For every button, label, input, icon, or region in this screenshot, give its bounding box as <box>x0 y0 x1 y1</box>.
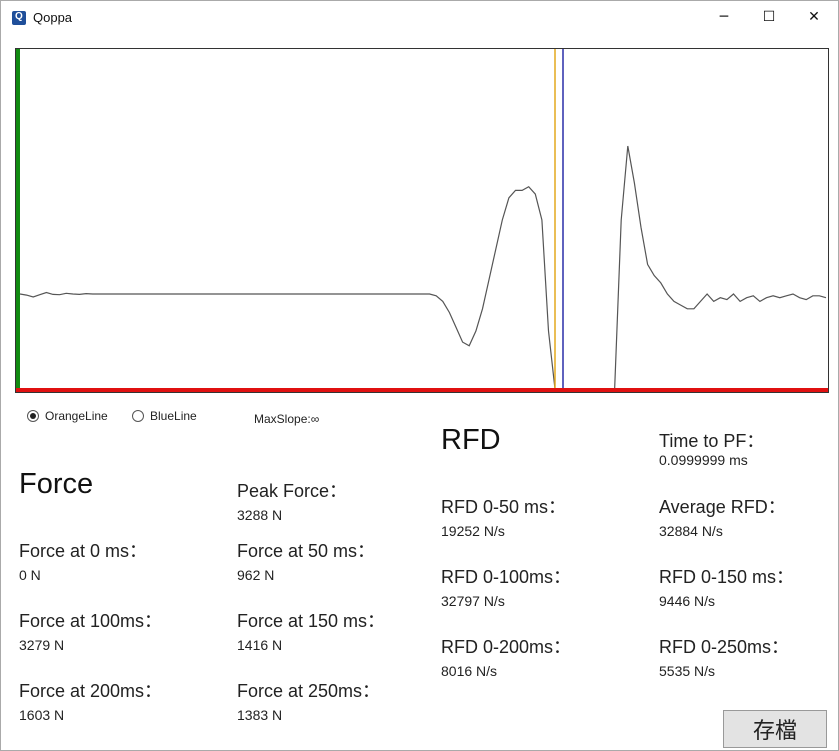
app-window: Qoppa ─ ☐ ✕ OrangeLine BlueLine MaxSlope… <box>0 0 839 751</box>
blue-line-radio[interactable]: BlueLine <box>132 409 197 423</box>
time-to-pf-value: 0.0999999 ms <box>659 452 748 468</box>
rfd-100-label: RFD 0-100ms： <box>441 567 572 587</box>
force-50-value: 962 N <box>237 567 275 583</box>
force-plot-svg <box>16 49 828 392</box>
maximize-button[interactable]: ☐ <box>746 1 792 33</box>
radio-selected-icon <box>27 410 39 422</box>
rfd-250-label: RFD 0-250ms： <box>659 637 790 657</box>
force-plot[interactable] <box>15 48 829 393</box>
title-bar[interactable]: Qoppa ─ ☐ ✕ <box>1 1 838 33</box>
rfd-200-value: 8016 N/s <box>441 663 498 679</box>
rfd-100-value: 32797 N/s <box>441 593 505 609</box>
orange-line-label: OrangeLine <box>45 409 108 423</box>
rfd-150-label: RFD 0-150 ms： <box>659 567 795 587</box>
blue-line-label: BlueLine <box>150 409 197 423</box>
force-trace-line <box>19 145 827 391</box>
window-title: Qoppa <box>33 10 73 25</box>
max-slope-text: MaxSlope:∞ <box>254 412 320 426</box>
average-rfd-label: Average RFD： <box>659 497 786 517</box>
average-rfd-value: 32884 N/s <box>659 523 723 539</box>
force-heading: Force <box>19 468 94 500</box>
rfd-200-label: RFD 0-200ms： <box>441 637 572 657</box>
force-0-value: 0 N <box>19 567 41 583</box>
force-250-value: 1383 N <box>237 707 283 723</box>
force-50-label: Force at 50 ms： <box>237 541 376 561</box>
force-100-value: 3279 N <box>19 637 65 653</box>
minimize-button[interactable]: ─ <box>701 1 747 33</box>
orange-line-radio[interactable]: OrangeLine <box>27 409 108 423</box>
rfd-50-value: 19252 N/s <box>441 523 505 539</box>
force-100-label: Force at 100ms： <box>19 611 163 631</box>
close-button[interactable]: ✕ <box>791 1 837 33</box>
force-200-value: 1603 N <box>19 707 65 723</box>
radio-unselected-icon <box>132 410 144 422</box>
peak-force-label: Peak Force： <box>237 481 348 501</box>
app-logo-icon <box>12 11 26 25</box>
save-button[interactable]: 存檔 <box>723 710 827 748</box>
force-0-label: Force at 0 ms： <box>19 541 148 561</box>
rfd-50-label: RFD 0-50 ms： <box>441 497 567 517</box>
rfd-250-value: 5535 N/s <box>659 663 716 679</box>
time-to-pf-label: Time to PF： <box>659 431 765 451</box>
force-250-label: Force at 250ms： <box>237 681 381 701</box>
force-200-label: Force at 200ms： <box>19 681 163 701</box>
force-150-value: 1416 N <box>237 637 283 653</box>
peak-force-value: 3288 N <box>237 507 283 523</box>
rfd-heading: RFD <box>441 424 501 456</box>
force-150-label: Force at 150 ms： <box>237 611 386 631</box>
rfd-150-value: 9446 N/s <box>659 593 716 609</box>
